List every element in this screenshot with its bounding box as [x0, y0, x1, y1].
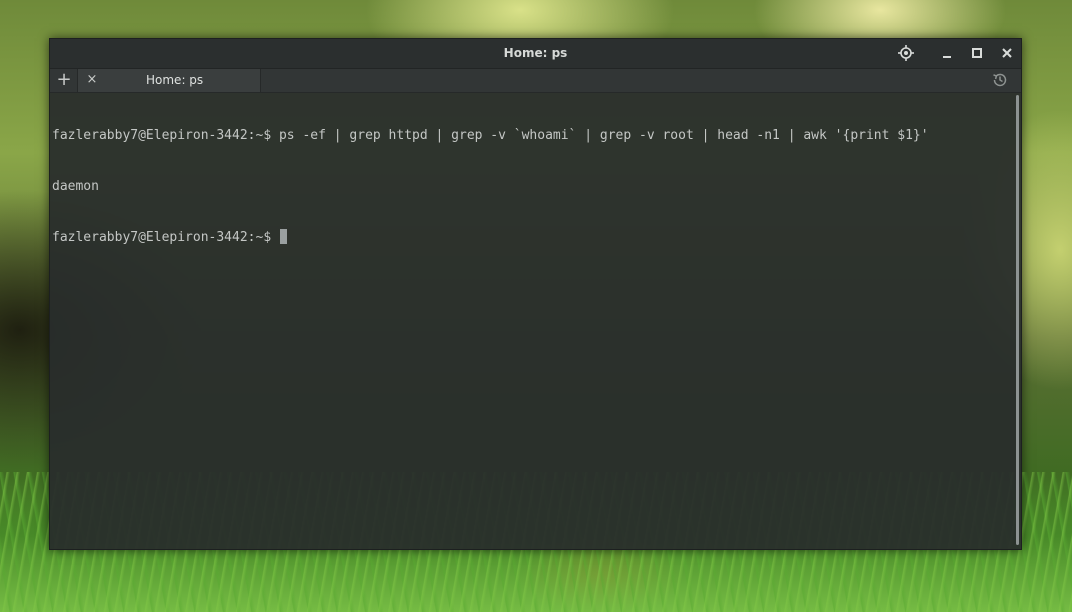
window-title: Home: ps: [503, 46, 568, 60]
minimize-icon: [943, 56, 951, 58]
tab-label: Home: ps: [146, 73, 204, 87]
locate-icon[interactable]: [896, 44, 916, 62]
maximize-button[interactable]: [967, 44, 987, 62]
title-bar[interactable]: Home: ps: [50, 39, 1021, 69]
terminal-window: Home: ps + × Home: ps fazlerabby7@Elepir…: [49, 38, 1022, 550]
terminal-prompt-line: fazlerabby7@Elepiron-3442:~$: [52, 229, 1011, 246]
tab-home-ps[interactable]: × Home: ps: [77, 69, 261, 92]
tab-bar: + × Home: ps: [50, 69, 1021, 93]
terminal-cursor: [279, 229, 287, 244]
maximize-icon: [972, 48, 982, 58]
terminal-scrollbar[interactable]: [1016, 95, 1019, 545]
tab-close-icon[interactable]: ×: [85, 71, 99, 89]
terminal-line: fazlerabby7@Elepiron-3442:~$ ps -ef | gr…: [52, 128, 929, 143]
close-icon: [1002, 48, 1012, 58]
history-icon[interactable]: [991, 71, 1009, 89]
terminal-prompt: fazlerabby7@Elepiron-3442:~$: [52, 230, 279, 245]
terminal-line: daemon: [52, 179, 99, 194]
minimize-button[interactable]: [937, 44, 957, 62]
close-button[interactable]: [997, 44, 1017, 62]
new-tab-button[interactable]: +: [54, 70, 74, 90]
terminal-output[interactable]: fazlerabby7@Elepiron-3442:~$ ps -ef | gr…: [52, 93, 1011, 549]
